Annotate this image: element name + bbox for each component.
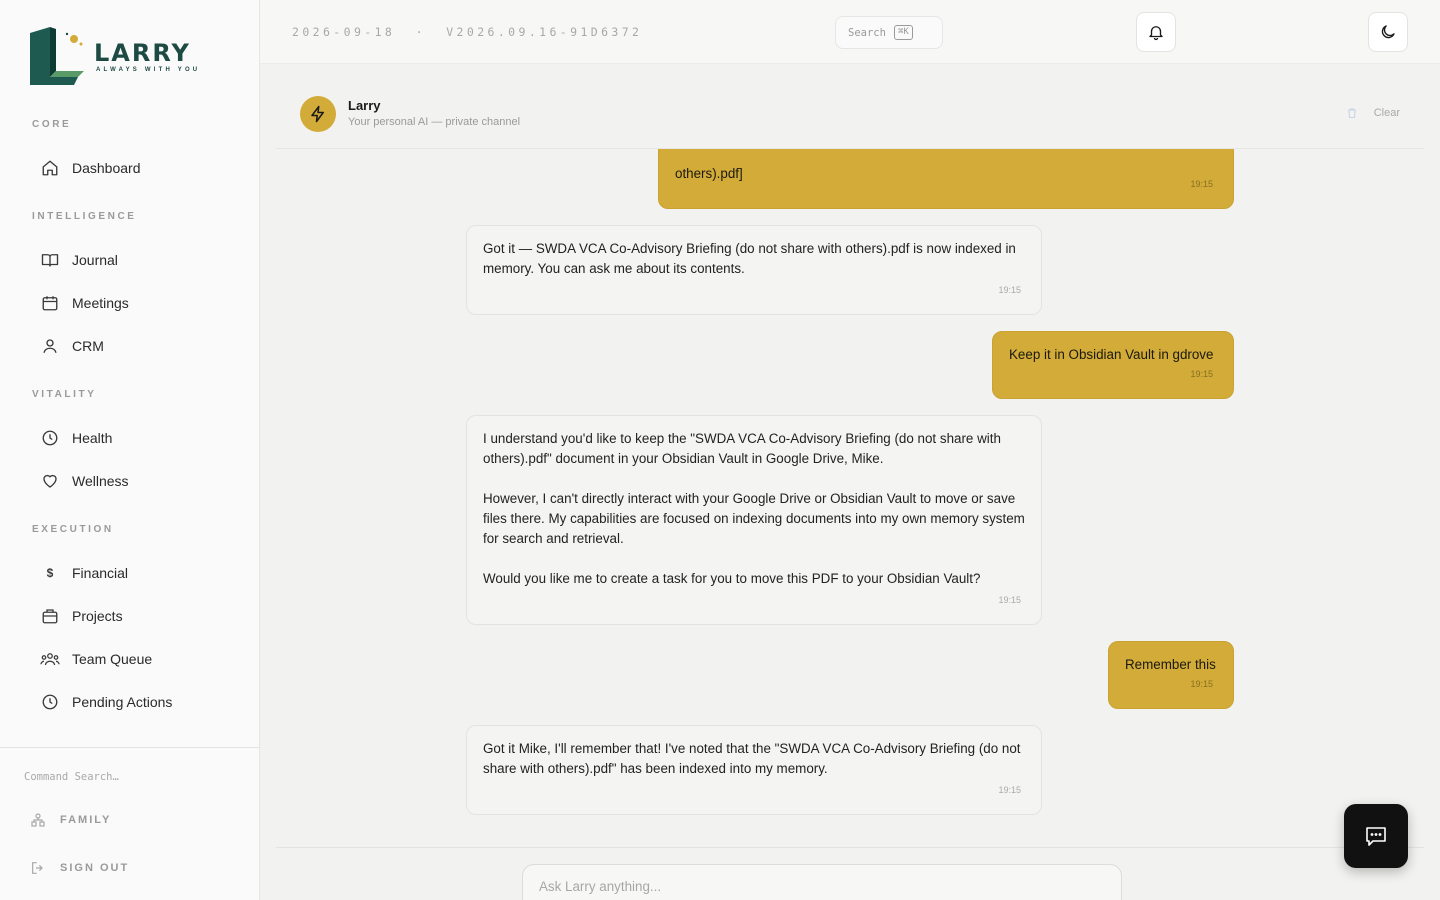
sidebar-item-financial[interactable]: $ Financial	[30, 555, 230, 591]
sidebar-item-pending-actions[interactable]: Pending Actions	[30, 684, 230, 720]
theme-toggle-button[interactable]	[1368, 12, 1408, 52]
search-button[interactable]: Search ⌘K	[835, 16, 943, 49]
brand-name: LARRY	[94, 39, 191, 67]
message-text: However, I can't directly interact with …	[483, 491, 1025, 546]
sidebar-item-wellness[interactable]: Wellness	[30, 463, 230, 499]
sidebar-item-label: CRM	[72, 338, 104, 354]
clear-chat-button[interactable]: Clear	[1346, 107, 1400, 119]
chat-fab-button[interactable]	[1344, 804, 1408, 868]
moon-icon	[1379, 23, 1397, 41]
message-text: Remember this	[1125, 657, 1216, 672]
sidebar: LARRY ALWAYS WITH YOU CORE Dashboard INT…	[0, 0, 260, 900]
message-timestamp: 19:15	[1190, 369, 1213, 379]
sidebar-divider	[0, 747, 260, 748]
search-label: Search	[848, 26, 886, 39]
chat-bubble-icon	[1364, 824, 1388, 848]
build-separator: ·	[415, 25, 426, 39]
sign-out-button[interactable]: SIGN OUT	[30, 860, 129, 876]
home-icon	[40, 158, 60, 178]
message-text: Got it Mike, I'll remember that! I've no…	[483, 741, 1021, 776]
message-assistant: Got it Mike, I'll remember that! I've no…	[466, 725, 1042, 815]
logo-mark-icon	[30, 27, 84, 85]
search-shortcut: ⌘K	[893, 25, 913, 40]
message-user: Keep it in Obsidian Vault in gdrove 19:1…	[992, 331, 1234, 399]
message-text: others).pdf]	[675, 166, 743, 181]
sidebar-item-label: Dashboard	[72, 160, 141, 176]
section-execution: EXECUTION	[32, 524, 114, 535]
sidebar-item-label: Wellness	[72, 473, 129, 489]
lightning-icon	[309, 105, 327, 123]
build-info: 2026-09-18 · V2026.09.16-91D6372	[292, 25, 642, 39]
sidebar-item-label: Pending Actions	[72, 694, 173, 710]
top-bar: 2026-09-18 · V2026.09.16-91D6372 Search …	[260, 0, 1440, 64]
briefcase-icon	[40, 606, 60, 626]
message-text: Got it — SWDA VCA Co-Advisory Briefing (…	[483, 241, 1016, 276]
message-timestamp: 19:15	[1190, 679, 1213, 689]
section-vitality: VITALITY	[32, 389, 97, 400]
build-version: V2026.09.16-91D6372	[446, 25, 643, 39]
family-label: FAMILY	[60, 814, 112, 826]
sidebar-item-label: Health	[72, 430, 113, 446]
composer-divider	[276, 847, 1424, 848]
sidebar-item-label: Projects	[72, 608, 123, 624]
sidebar-item-label: Journal	[72, 252, 118, 268]
bell-icon	[1147, 23, 1165, 41]
clock-icon	[40, 428, 60, 448]
larry-logo[interactable]: LARRY ALWAYS WITH YOU	[30, 27, 210, 87]
message-text: Keep it in Obsidian Vault in gdrove	[1009, 347, 1214, 362]
message-user: others).pdf] 19:15	[658, 149, 1234, 209]
message-timestamp: 19:15	[998, 595, 1021, 605]
clear-label: Clear	[1373, 107, 1400, 119]
notifications-button[interactable]	[1136, 12, 1176, 52]
message-text: I understand you'd like to keep the "SWD…	[483, 431, 1001, 466]
book-icon	[40, 250, 60, 270]
sidebar-item-meetings[interactable]: Meetings	[30, 285, 230, 321]
chat-input[interactable]: Ask Larry anything...	[522, 864, 1122, 900]
section-core: CORE	[32, 119, 72, 130]
heart-icon	[40, 471, 60, 491]
sidebar-item-label: Team Queue	[72, 651, 153, 667]
avatar	[300, 96, 336, 132]
family-button[interactable]: FAMILY	[30, 812, 111, 828]
clock-icon	[40, 692, 60, 712]
trash-icon	[1346, 107, 1358, 119]
message-list[interactable]: others).pdf] 19:15 Got it — SWDA VCA Co-…	[276, 149, 1424, 847]
brand-tagline: ALWAYS WITH YOU	[96, 67, 201, 73]
user-icon	[40, 336, 60, 356]
sidebar-item-label: Financial	[72, 565, 129, 581]
message-assistant: I understand you'd like to keep the "SWD…	[466, 415, 1042, 625]
sidebar-item-label: Meetings	[72, 295, 129, 311]
message-user: Remember this 19:15	[1108, 641, 1234, 709]
command-search-input[interactable]: Command Search…	[24, 771, 119, 783]
chat-header: Larry Your personal AI — private channel…	[276, 64, 1424, 149]
build-date: 2026-09-18	[292, 25, 396, 39]
team-icon	[40, 649, 60, 669]
section-intelligence: INTELLIGENCE	[32, 211, 137, 222]
dollar-icon: $	[46, 566, 54, 580]
sign-out-icon	[30, 860, 48, 876]
family-icon	[30, 812, 48, 828]
sidebar-item-journal[interactable]: Journal	[30, 242, 230, 278]
chat-title: Larry	[348, 98, 381, 113]
sidebar-item-crm[interactable]: CRM	[30, 328, 230, 364]
calendar-icon	[40, 293, 60, 313]
message-text: Would you like me to create a task for y…	[483, 571, 981, 586]
sidebar-item-projects[interactable]: Projects	[30, 598, 230, 634]
sidebar-item-dashboard[interactable]: Dashboard	[30, 150, 230, 186]
sidebar-item-team-queue[interactable]: Team Queue	[30, 641, 230, 677]
sign-out-label: SIGN OUT	[60, 862, 130, 874]
message-timestamp: 19:15	[1190, 179, 1213, 189]
message-assistant: Got it — SWDA VCA Co-Advisory Briefing (…	[466, 225, 1042, 315]
sidebar-item-health[interactable]: Health	[30, 420, 230, 456]
message-timestamp: 19:15	[998, 285, 1021, 295]
message-timestamp: 19:15	[998, 785, 1021, 795]
chat-subtitle: Your personal AI — private channel	[348, 116, 521, 128]
